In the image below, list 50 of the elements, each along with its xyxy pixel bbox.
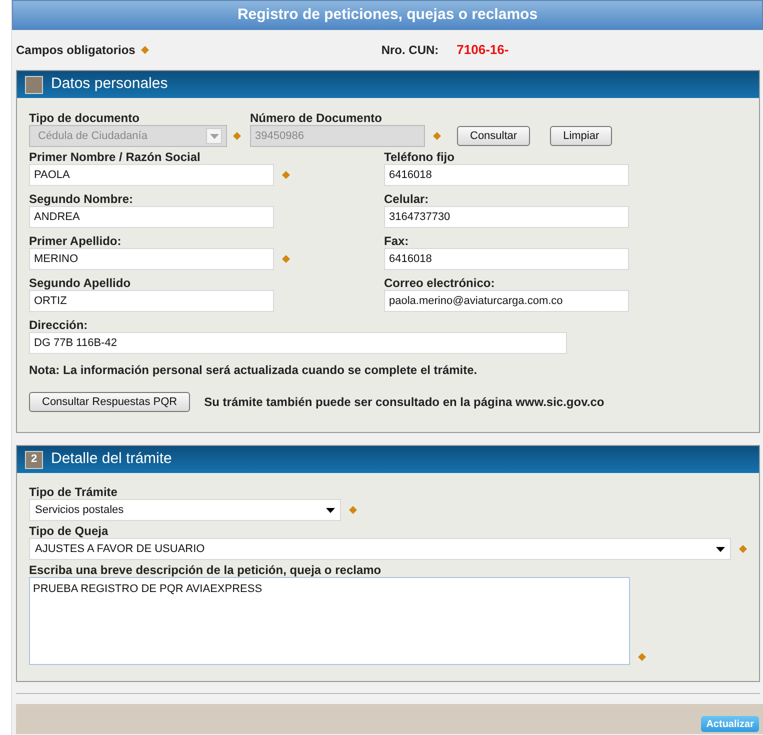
field-label: Número de Documento — [250, 111, 384, 125]
required-icon — [282, 171, 290, 179]
page-title: Registro de peticiones, quejas o reclamos — [237, 4, 538, 25]
field-label: Primer Apellido: — [29, 234, 122, 248]
field-label: Dirección: — [29, 318, 89, 332]
required-icon — [282, 255, 290, 263]
caret-icon — [716, 546, 725, 552]
field-label: Correo electrónico: — [384, 276, 496, 290]
action-button[interactable]: Consultar — [457, 126, 530, 146]
field-label: Segundo Nombre: — [29, 192, 134, 206]
action-button[interactable]: Limpiar — [550, 126, 612, 146]
required-icon — [433, 132, 441, 140]
text-field[interactable]: ORTIZ — [29, 290, 274, 312]
section-number-icon — [25, 76, 43, 94]
text-field[interactable]: PAOLA — [29, 164, 274, 186]
field-label: Tipo de Queja — [29, 524, 110, 538]
required-icon — [638, 653, 646, 661]
info-text: Su trámite también puede ser consultado en la página www.sic.gov.co — [204, 394, 604, 411]
text-field[interactable]: DG 77B 116B-42 — [29, 332, 567, 354]
required-icon — [141, 46, 150, 54]
field-label: Primer Nombre / Razón Social — [29, 150, 202, 164]
section-title: Datos personales — [51, 74, 168, 94]
field-label: Segundo Apellido — [29, 276, 132, 290]
required-icon — [233, 132, 241, 140]
text-field[interactable]: MERINO — [29, 248, 274, 270]
field-label: Tipo de documento — [29, 111, 140, 125]
text-field[interactable]: paola.merino@aviaturcarga.com.co — [384, 290, 629, 312]
required-icon — [349, 506, 357, 514]
caret-icon — [210, 134, 218, 138]
required-icon — [739, 545, 747, 553]
action-button[interactable]: Consultar Respuestas PQR — [29, 392, 190, 412]
section-number-icon: 2 — [25, 450, 43, 468]
cun-value: 7106-16- — [456, 41, 509, 60]
cun-label: Nro. CUN: — [381, 42, 439, 59]
text-field[interactable]: 6416018 — [384, 164, 629, 186]
text-field[interactable]: 6416018 — [384, 248, 629, 270]
text-field[interactable]: ANDREA — [29, 206, 274, 228]
select-field[interactable]: AJUSTES A FAVOR DE USUARIO — [29, 538, 731, 560]
field-label: Celular: — [384, 192, 430, 206]
caret-icon — [326, 508, 335, 512]
required-legend: Campos obligatorios — [16, 41, 136, 59]
field-label: Escriba una breve descripción de la petición, queja o reclamo — [29, 563, 382, 577]
select-field[interactable]: Servicios postales — [29, 499, 341, 521]
section-title: Detalle del trámite — [51, 449, 172, 470]
note-text: Nota: La información personal será actualizada cuando se complete el trámite. — [29, 362, 478, 379]
text-field[interactable]: 3164737730 — [384, 206, 629, 228]
field-label: Teléfono fijo — [384, 150, 456, 164]
field-label: Fax: — [384, 234, 410, 248]
description-field[interactable]: PRUEBA REGISTRO DE PQR AVIAEXPRESS — [29, 577, 630, 665]
field-label: Tipo de Trámite — [29, 485, 118, 499]
